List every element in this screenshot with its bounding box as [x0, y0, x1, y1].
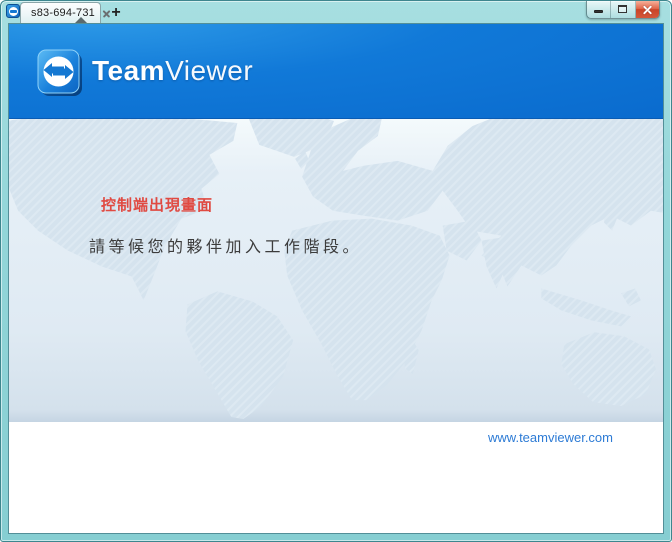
brand-word-viewer: Viewer: [165, 55, 254, 86]
maximize-icon: [618, 5, 628, 13]
session-wait-message: 請等候您的夥伴加入工作階段。: [89, 239, 363, 256]
window-controls: [586, 1, 660, 19]
brand-word-team: Team: [92, 55, 166, 86]
footer: www.teamviewer.com: [9, 422, 663, 533]
teamviewer-website-link[interactable]: www.teamviewer.com: [488, 430, 613, 445]
minimize-button[interactable]: [587, 1, 612, 18]
close-button[interactable]: [635, 1, 659, 18]
window-content: TeamViewer 控制端出現畫面 請等候您的夥伴加入工作階段。 www.te…: [8, 23, 664, 534]
session-body: 控制端出現畫面 請等候您的夥伴加入工作階段。: [9, 119, 663, 422]
teamviewer-app-icon-circle: [8, 6, 18, 16]
brand-wordmark: TeamViewer: [92, 55, 253, 87]
maximize-button[interactable]: [611, 1, 636, 18]
minimize-icon: [594, 10, 604, 13]
teamviewer-app-icon: [6, 4, 20, 18]
session-heading: 控制端出現畫面: [101, 197, 214, 214]
teamviewer-logo-icon: [37, 49, 82, 96]
close-icon: [642, 4, 653, 15]
world-map-background: [9, 119, 663, 420]
teamviewer-arrows-icon: [9, 9, 17, 13]
teamviewer-window: s83-694-731 + TeamViewer 控制端出現畫面 請等候您的夥伴…: [0, 0, 672, 542]
brand-header: TeamViewer: [9, 24, 663, 119]
titlebar[interactable]: s83-694-731 +: [1, 1, 671, 23]
new-tab-button[interactable]: +: [106, 4, 126, 21]
session-tab[interactable]: s83-694-731: [20, 2, 111, 23]
